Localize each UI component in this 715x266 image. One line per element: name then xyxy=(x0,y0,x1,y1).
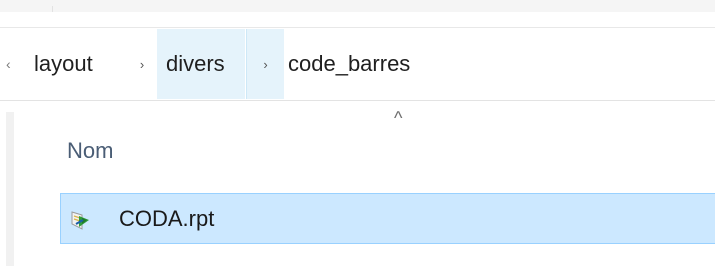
report-file-icon xyxy=(70,207,94,231)
file-row[interactable]: CODA.rpt xyxy=(60,193,715,244)
toolbar-divider xyxy=(52,6,53,12)
toolbar-remnant xyxy=(0,0,715,12)
chevron-right-icon[interactable]: › xyxy=(246,29,284,99)
breadcrumb-item-layout[interactable]: layout xyxy=(34,29,93,99)
chevron-right-icon[interactable]: › xyxy=(130,29,154,99)
breadcrumb-item-divers[interactable]: divers xyxy=(157,29,245,99)
navigation-pane-edge xyxy=(6,112,14,266)
breadcrumb-item-code-barres[interactable]: code_barres xyxy=(288,29,410,99)
sort-ascending-icon: ^ xyxy=(394,108,403,128)
divider xyxy=(0,27,715,28)
address-bar[interactable]: ‹ layout › divers › code_barres xyxy=(0,29,715,99)
file-name: CODA.rpt xyxy=(119,205,215,231)
breadcrumb-overflow-icon[interactable]: ‹ xyxy=(6,29,11,99)
column-header-label: Nom xyxy=(67,138,114,163)
column-header-name[interactable]: ^ Nom xyxy=(60,101,715,189)
